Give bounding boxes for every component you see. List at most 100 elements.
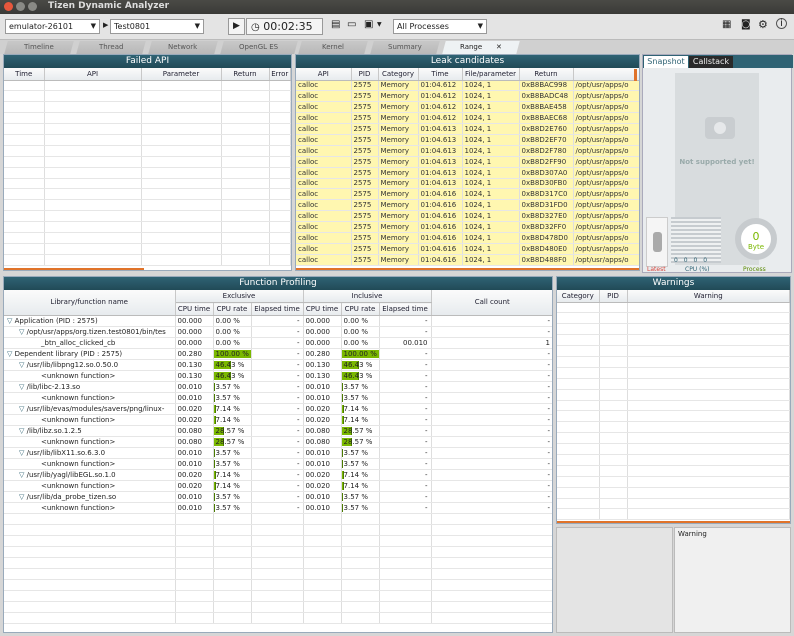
maximize-icon[interactable]: [28, 2, 37, 11]
table-row[interactable]: [557, 465, 790, 477]
app-select[interactable]: Test0801 ▼: [110, 19, 204, 34]
table-row[interactable]: ▽ /usr/lib/libX11.so.6.3.0 00.010 3.57 % -0…: [4, 447, 552, 459]
chevron-down-icon[interactable]: ▼: [377, 21, 382, 28]
table-row[interactable]: ▽ /usr/lib/libpng12.so.0.50.0 00.130 46.43…: [4, 359, 552, 371]
table-row[interactable]: [557, 389, 790, 401]
tab-thread[interactable]: Thread: [76, 41, 146, 54]
table-row[interactable]: [4, 80, 291, 92]
table-row[interactable]: ▽ /usr/lib/da_probe_tizen.so 00.010 3.57 %…: [4, 491, 552, 503]
table-row[interactable]: [557, 367, 790, 379]
table-row[interactable]: [4, 178, 291, 190]
table-row[interactable]: [4, 123, 291, 135]
tab-snapshot[interactable]: Snapshot: [644, 56, 688, 68]
table-row[interactable]: [557, 432, 790, 445]
table-row[interactable]: [4, 557, 552, 569]
table-row[interactable]: [4, 546, 552, 558]
process-select[interactable]: All Processes ▼: [393, 19, 487, 34]
table-row[interactable]: <unknown function> 00.020 7.14 % -00.020 7.1…: [4, 414, 552, 426]
table-row[interactable]: calloc 2575 Memory 01:04.613 1024, 1 0xB8D30F…: [296, 178, 639, 190]
col-pid[interactable]: PID: [351, 68, 379, 81]
table-row[interactable]: [557, 356, 790, 368]
table-row[interactable]: <unknown function> 00.130 46.43 % -00.130 46…: [4, 370, 552, 382]
tab-network[interactable]: Network: [148, 41, 218, 54]
minimize-icon[interactable]: [16, 2, 25, 11]
vertical-scrollbar[interactable]: [634, 69, 637, 81]
table-row[interactable]: [557, 334, 790, 347]
col-category[interactable]: Category: [378, 68, 419, 81]
table-row[interactable]: <unknown function> 00.010 3.57 % -00.010 3.5…: [4, 392, 552, 404]
col-warning[interactable]: Warning: [627, 290, 790, 303]
table-row[interactable]: <unknown function> 00.020 7.14 % -00.020 7.1…: [4, 480, 552, 492]
open-folder-icon[interactable]: ▭: [347, 19, 356, 30]
col-time[interactable]: Time: [418, 68, 463, 81]
col-ex-cpu-time[interactable]: CPU time: [175, 302, 214, 316]
table-row[interactable]: ▽ Dependent library (PID : 2575) 00.280 10…: [4, 348, 552, 360]
table-row[interactable]: [4, 243, 291, 255]
table-row[interactable]: [4, 590, 552, 602]
tree-expand-icon[interactable]: ▽: [19, 449, 27, 457]
table-row[interactable]: [4, 167, 291, 179]
col-in-elapsed[interactable]: Elapsed time: [379, 302, 432, 316]
table-row[interactable]: _btn_alloc_clicked_cb 00.000 0.00 % -00.000…: [4, 337, 552, 349]
table-row[interactable]: [557, 487, 790, 499]
close-icon[interactable]: [4, 2, 13, 11]
tree-expand-icon[interactable]: ▽: [19, 427, 27, 435]
table-row[interactable]: ▽ /usr/lib/evas/modules/savers/png/linux…: [4, 403, 552, 415]
table-row[interactable]: [4, 579, 552, 591]
table-row[interactable]: [4, 254, 291, 266]
report-icon[interactable]: ▦: [722, 19, 731, 30]
table-row[interactable]: [557, 454, 790, 466]
table-row[interactable]: calloc 2575 Memory 01:04.616 1024, 1 0xB8D327…: [296, 210, 639, 223]
info-icon[interactable]: i: [776, 18, 787, 29]
table-row[interactable]: [557, 421, 790, 434]
table-row[interactable]: ▽ /lib/libc-2.13.so 00.010 3.57 % -00.010 3.…: [4, 381, 552, 393]
tab-timeline[interactable]: Timeline: [4, 41, 74, 54]
table-row[interactable]: calloc 2575 Memory 01:04.613 1024, 1 0xB8D2FF…: [296, 156, 639, 168]
table-row[interactable]: calloc 2575 Memory 01:04.616 1024, 1 0xB8D317…: [296, 188, 639, 201]
tree-expand-icon[interactable]: ▽: [19, 383, 27, 391]
table-row[interactable]: [557, 312, 790, 325]
tree-expand-icon[interactable]: ▽: [7, 317, 15, 325]
tree-expand-icon[interactable]: ▽: [19, 471, 27, 479]
table-row[interactable]: calloc 2575 Memory 01:04.612 1024, 1 0xB8BAE4…: [296, 101, 639, 114]
table-row[interactable]: [557, 443, 790, 455]
table-row[interactable]: [4, 199, 291, 212]
table-row[interactable]: [557, 400, 790, 412]
table-row[interactable]: <unknown function> 00.010 3.57 % -00.010 3.5…: [4, 502, 552, 514]
tab-opengl[interactable]: OpenGL ES: [220, 41, 298, 54]
table-row[interactable]: calloc 2575 Memory 01:04.613 1024, 1 0xB8D2E7…: [296, 123, 639, 135]
table-row[interactable]: ▽ Application (PID : 2575) 00.000 0.00 % -0…: [4, 315, 552, 327]
save-icon[interactable]: ▤: [331, 19, 340, 30]
col-pid[interactable]: PID: [599, 290, 628, 303]
col-library-function[interactable]: Library/function name: [4, 290, 176, 316]
col-ex-elapsed[interactable]: Elapsed time: [251, 302, 304, 316]
table-row[interactable]: [4, 221, 291, 233]
table-row[interactable]: [557, 302, 790, 314]
col-in-cpu-time[interactable]: CPU time: [303, 302, 342, 316]
table-row[interactable]: calloc 2575 Memory 01:04.616 1024, 1 0xB8D31F…: [296, 199, 639, 212]
col-category[interactable]: Category: [557, 290, 600, 303]
table-row[interactable]: [557, 323, 790, 336]
table-row[interactable]: ▽ /opt/usr/apps/org.tizen.test0801/bin/t…: [4, 326, 552, 338]
table-row[interactable]: [4, 568, 552, 580]
table-row[interactable]: [4, 90, 291, 103]
table-row[interactable]: [4, 535, 552, 547]
table-row[interactable]: [4, 145, 291, 157]
col-return[interactable]: Return: [221, 68, 270, 81]
table-row[interactable]: calloc 2575 Memory 01:04.613 1024, 1 0xB8D307…: [296, 167, 639, 179]
col-ex-cpu-rate[interactable]: CPU rate: [213, 302, 252, 316]
device-select[interactable]: emulator-26101 ▼: [5, 19, 100, 34]
table-row[interactable]: calloc 2575 Memory 01:04.613 1024, 1 0xB8D2F7…: [296, 145, 639, 157]
table-row[interactable]: [4, 134, 291, 146]
table-row[interactable]: [4, 612, 552, 624]
table-row[interactable]: [4, 156, 291, 168]
table-row[interactable]: calloc 2575 Memory 01:04.612 1024, 1 0xB8BAEC…: [296, 112, 639, 125]
table-row[interactable]: [4, 101, 291, 114]
table-row[interactable]: calloc 2575 Memory 01:04.616 1024, 1 0xB8D478…: [296, 232, 639, 244]
col-error[interactable]: Error: [269, 68, 291, 81]
tab-summary[interactable]: Summary: [370, 41, 440, 54]
table-row[interactable]: ▽ /usr/lib/yagl/libEGL.so.1.0 00.020 7.14 …: [4, 469, 552, 481]
col-parameter[interactable]: Parameter: [141, 68, 222, 81]
table-row[interactable]: [4, 601, 552, 613]
close-tab-icon[interactable]: ✕: [496, 41, 502, 54]
